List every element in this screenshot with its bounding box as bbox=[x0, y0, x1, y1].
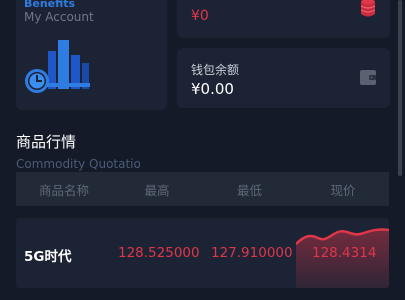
balance-card[interactable]: ¥0 bbox=[177, 0, 390, 38]
account-title: Benefits bbox=[24, 0, 76, 10]
coin-stack-icon bbox=[360, 0, 376, 17]
scrollbar[interactable] bbox=[398, 0, 402, 176]
commodity-current: 128.4314 bbox=[312, 245, 377, 261]
wallet-value: ¥0.00 bbox=[191, 80, 234, 98]
account-card[interactable]: Benefits My Account bbox=[16, 0, 167, 110]
wallet-icon bbox=[360, 70, 376, 85]
wallet-label: 钱包余额 bbox=[191, 63, 240, 77]
market-table-header: 商品名称 最高 最低 现价 bbox=[16, 172, 389, 206]
commodity-high: 128.525000 bbox=[118, 245, 200, 261]
column-header-low: 最低 bbox=[236, 182, 262, 198]
column-header-name: 商品名称 bbox=[38, 182, 89, 198]
market-title: 商品行情 bbox=[16, 133, 77, 151]
market-row[interactable]: 5G时代 128.525000 127.910000 128.4314 bbox=[16, 218, 389, 288]
balance-value: ¥0 bbox=[191, 8, 209, 24]
column-header-current: 现价 bbox=[330, 182, 356, 198]
commodity-name: 5G时代 bbox=[24, 249, 72, 265]
chart-clock-icon bbox=[25, 40, 90, 93]
account-subtitle: My Account bbox=[24, 10, 94, 24]
market-subtitle: Commodity Quotation bbox=[16, 157, 140, 171]
wallet-card[interactable]: 钱包余额 ¥0.00 bbox=[177, 48, 390, 108]
commodity-low: 127.910000 bbox=[211, 245, 293, 261]
column-header-high: 最高 bbox=[144, 182, 170, 198]
